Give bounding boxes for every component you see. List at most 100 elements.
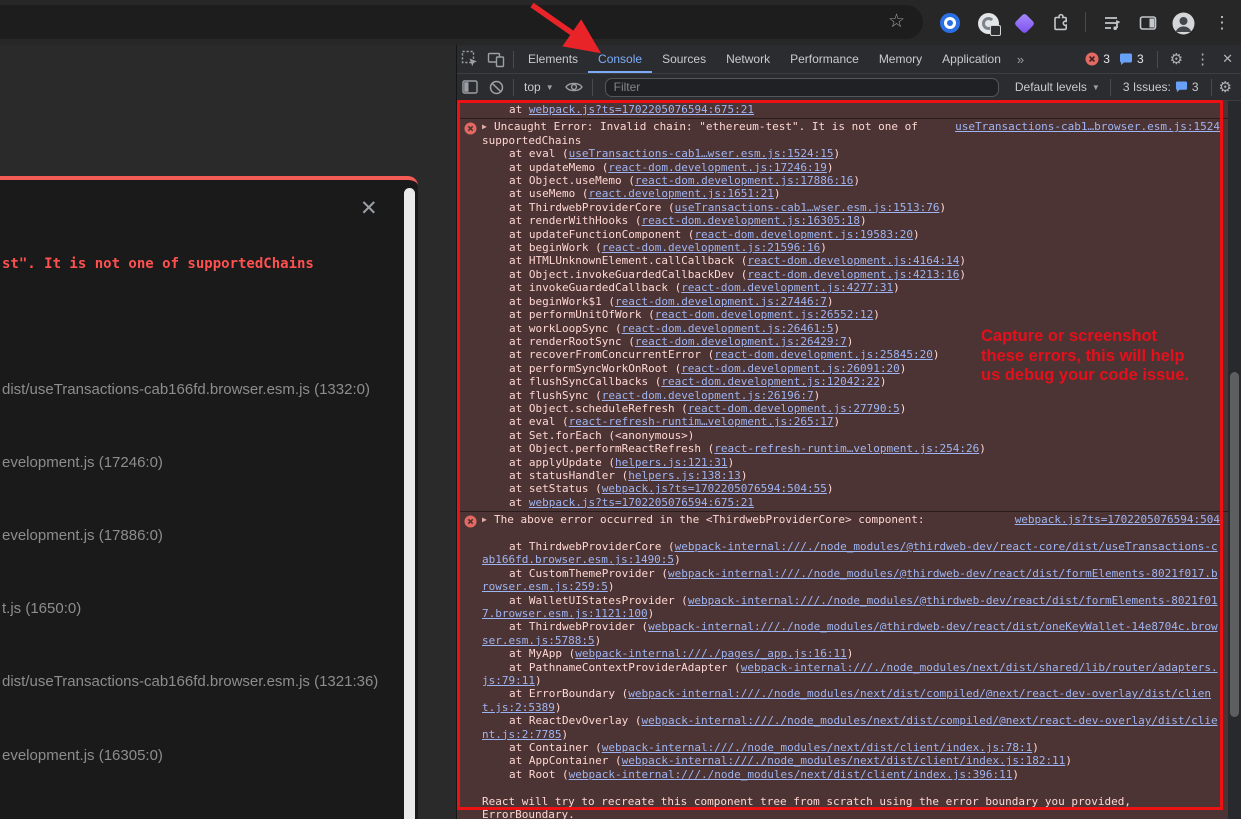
issues-counter[interactable]: 3 Issues: 3: [1115, 80, 1207, 94]
source-link[interactable]: webpack-internal:///./pages/_app.js:16:1…: [575, 647, 847, 660]
source-link[interactable]: webpack-internal:///./node_modules/next/…: [569, 768, 1013, 781]
source-link[interactable]: helpers.js:121:31: [615, 456, 728, 469]
source-link[interactable]: react-refresh-runtim…velopment.js:265:17: [569, 415, 834, 428]
stack-frame: at updateMemo (react-dom.development.js:…: [482, 161, 1220, 174]
stack-frame: at AppContainer (webpack-internal:///./n…: [482, 754, 1220, 767]
tab-performance[interactable]: Performance: [780, 46, 869, 73]
overlay-scrollbar[interactable]: [404, 188, 415, 819]
devtools-settings-icon[interactable]: ⚙: [1162, 50, 1191, 68]
stack-frame: at ThirdwebProvider (webpack-internal://…: [482, 620, 1220, 647]
source-link[interactable]: react-dom.development.js:26196:7: [602, 389, 814, 402]
error-count-badge[interactable]: 3: [1085, 52, 1110, 66]
source-link[interactable]: useTransactions-cab1…wser.esm.js:1513:76: [675, 201, 940, 214]
expand-triangle-icon[interactable]: ▶: [482, 120, 494, 133]
source-link[interactable]: webpack.js?ts=1702205076594:675:21: [529, 496, 754, 509]
source-link[interactable]: react-dom.development.js:26429:7: [635, 335, 847, 348]
context-selector[interactable]: top▼: [518, 80, 560, 94]
source-link[interactable]: react.development.js:1651:21: [588, 187, 773, 200]
source-link[interactable]: react-dom.development.js:26091:20: [681, 362, 900, 375]
stack-frame: at PathnameContextProviderAdapter (webpa…: [482, 661, 1220, 688]
overlay-stack-frame: evelopment.js (17246:0): [2, 454, 163, 471]
stack-frame: at Container (webpack-internal:///./node…: [482, 741, 1220, 754]
source-link[interactable]: helpers.js:138:13: [628, 469, 741, 482]
stack-frame: at recoverFromConcurrentError (react-dom…: [482, 348, 1220, 361]
overlay-stack-frame: dist/useTransactions-cab166fd.browser.es…: [2, 381, 370, 398]
error-icon: [464, 515, 477, 531]
source-link[interactable]: react-dom.development.js:27446:7: [615, 295, 827, 308]
source-link[interactable]: webpack.js?ts=1702205076594:504:55: [602, 482, 827, 495]
source-link[interactable]: webpack-internal:///./node_modules/next/…: [622, 754, 1066, 767]
live-expression-icon[interactable]: [560, 81, 588, 93]
stack-frame: at flushSync (react-dom.development.js:2…: [482, 389, 1220, 402]
source-link[interactable]: react-dom.development.js:26461:5: [622, 322, 834, 335]
stack-frame: at flushSyncCallbacks (react-dom.develop…: [482, 375, 1220, 388]
error-footer-text: React will try to recreate this componen…: [482, 795, 1220, 808]
source-link[interactable]: react-dom.development.js:12042:22: [661, 375, 880, 388]
stack-frame: at webpack.js?ts=1702205076594:675:21: [482, 103, 1220, 116]
device-toolbar-icon[interactable]: [483, 47, 509, 71]
stack-frame: at Object.useMemo (react-dom.development…: [482, 174, 1220, 187]
extension-wallet-icon[interactable]: [938, 11, 962, 35]
more-tabs-icon[interactable]: »: [1011, 52, 1030, 67]
tab-elements[interactable]: Elements: [518, 46, 588, 73]
tab-application[interactable]: Application: [932, 46, 1011, 73]
source-link[interactable]: react-dom.development.js:26552:12: [655, 308, 874, 321]
console-sidebar-icon[interactable]: [457, 80, 483, 94]
source-link[interactable]: react-refresh-runtim…velopment.js:254:26: [714, 442, 979, 455]
source-link[interactable]: react-dom.development.js:16305:18: [641, 214, 860, 227]
console-scrollbar-thumb[interactable]: [1230, 372, 1239, 717]
expand-triangle-icon[interactable]: ▶: [482, 513, 494, 526]
console-settings-icon[interactable]: ⚙: [1216, 78, 1241, 96]
overlay-stack-frame: evelopment.js (17886:0): [2, 527, 163, 544]
source-link[interactable]: react-dom.development.js:17246:19: [608, 161, 827, 174]
source-link[interactable]: react-dom.development.js:25845:20: [714, 348, 933, 361]
tab-network[interactable]: Network: [716, 46, 780, 73]
console-output: at webpack.js?ts=1702205076594:675:21 ▶Un…: [457, 101, 1241, 819]
extension-history-icon[interactable]: [976, 11, 1000, 35]
console-message-tail: at webpack.js?ts=1702205076594:675:21: [457, 101, 1228, 118]
tab-sources[interactable]: Sources: [652, 46, 716, 73]
source-link[interactable]: useTransactions-cab1…browser.esm.js:1524: [955, 120, 1220, 133]
error-message-text: ▶Uncaught Error: Invalid chain: "ethereu…: [482, 120, 943, 133]
profile-avatar[interactable]: [1171, 11, 1195, 35]
error-footer-text: ErrorBoundary.: [482, 808, 1220, 819]
console-scrollbar[interactable]: [1228, 101, 1241, 819]
extension-purple-icon[interactable]: [1012, 11, 1036, 35]
source-link[interactable]: react-dom.development.js:4213:16: [747, 268, 959, 281]
source-link[interactable]: webpack.js?ts=1702205076594:504: [1015, 513, 1220, 526]
tab-memory[interactable]: Memory: [869, 46, 932, 73]
stack-frame: at eval (useTransactions-cab1…wser.esm.j…: [482, 147, 1220, 160]
stack-frame: at Set.forEach (<anonymous>): [482, 429, 1220, 442]
tab-console[interactable]: Console: [588, 46, 652, 73]
bookmark-star-icon[interactable]: ☆: [888, 10, 905, 34]
inspect-element-icon[interactable]: [457, 47, 483, 71]
devtools-close-icon[interactable]: ✕: [1214, 51, 1241, 67]
source-link[interactable]: react-dom.development.js:21596:16: [602, 241, 821, 254]
overlay-stack-frame: dist/useTransactions-cab166fd.browser.es…: [2, 673, 378, 690]
stack-frame: at ThirdwebProviderCore (webpack-interna…: [482, 540, 1220, 567]
address-bar[interactable]: [0, 5, 923, 39]
stack-frame: at Object.scheduleRefresh (react-dom.dev…: [482, 402, 1220, 415]
console-filter-input[interactable]: [605, 78, 999, 97]
source-link[interactable]: react-dom.development.js:17886:16: [635, 174, 854, 187]
message-count-badge[interactable]: 3: [1119, 52, 1144, 66]
source-link[interactable]: webpack.js?ts=1702205076594:675:21: [529, 103, 754, 116]
clear-console-icon[interactable]: [483, 80, 509, 95]
source-link[interactable]: useTransactions-cab1…wser.esm.js:1524:15: [569, 147, 834, 160]
extensions-puzzle-icon[interactable]: [1048, 11, 1072, 35]
stack-frame: at Object.invokeGuardedCallbackDev (reac…: [482, 268, 1220, 281]
toolbar-separator: [1085, 12, 1086, 32]
source-link[interactable]: react-dom.development.js:4277:31: [681, 281, 893, 294]
side-panel-icon[interactable]: [1136, 11, 1160, 35]
source-link[interactable]: react-dom.development.js:27790:5: [688, 402, 900, 415]
source-link[interactable]: react-dom.development.js:4164:14: [747, 254, 959, 267]
stack-frame: at statusHandler (helpers.js:138:13): [482, 469, 1220, 482]
default-levels-dropdown[interactable]: Default levels▼: [1009, 80, 1106, 94]
overlay-close-icon[interactable]: ✕: [360, 196, 378, 221]
browser-menu-icon[interactable]: ⋮: [1210, 11, 1234, 35]
devtools-menu-icon[interactable]: ⋮: [1191, 50, 1214, 68]
source-link[interactable]: webpack-internal:///./node_modules/next/…: [602, 741, 1032, 754]
stack-frame: at eval (react-refresh-runtim…velopment.…: [482, 415, 1220, 428]
source-link[interactable]: react-dom.development.js:19583:20: [694, 228, 913, 241]
media-controls-icon[interactable]: [1100, 11, 1124, 35]
